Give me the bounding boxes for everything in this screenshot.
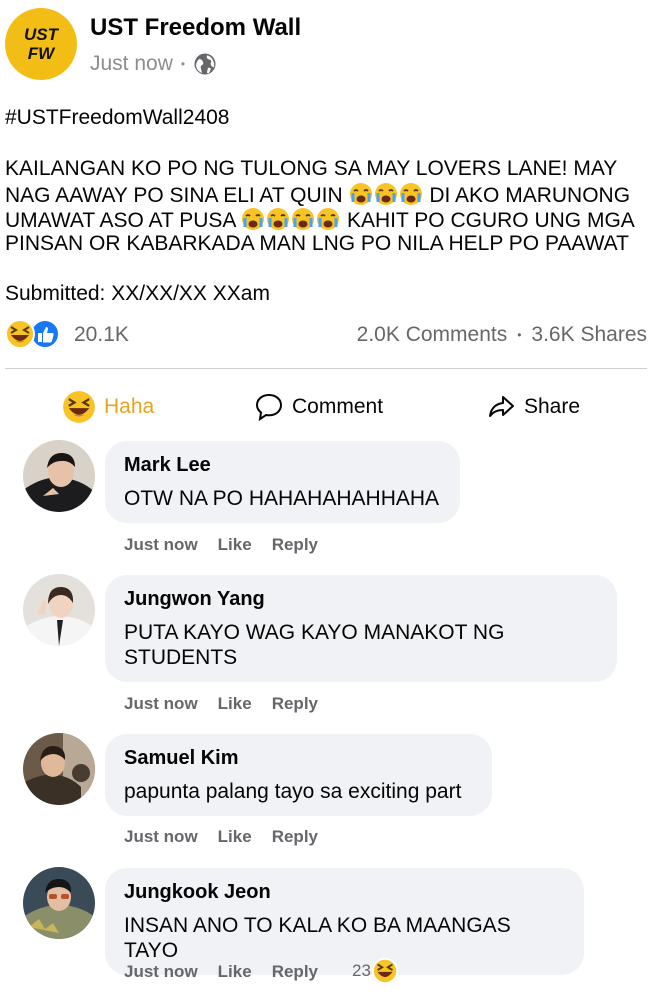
post-text-line: PINSAN OR KABARKADA MAN LNG PO NILA HELP…: [5, 232, 629, 255]
avatar-image: [23, 440, 95, 512]
meta-separator: •: [180, 57, 186, 71]
reaction-summary[interactable]: [5, 319, 65, 349]
share-label: Share: [524, 395, 581, 418]
reply-link[interactable]: Reply: [272, 694, 318, 714]
logo-line-1: UST: [24, 25, 58, 44]
commenter-name[interactable]: Jungwon Yang: [124, 587, 599, 612]
comment-text: OTW NA PO HAHAHAHAHHAHA: [124, 487, 440, 510]
avatar-image: [23, 574, 95, 646]
like-link[interactable]: Like: [218, 694, 252, 714]
comment-text: INSAN ANO TO KALA KO BA MAANGAS TAYO: [124, 914, 511, 962]
engagement-counts: 2.0K Comments • 3.6K Shares: [357, 323, 647, 347]
reply-link[interactable]: Reply: [272, 962, 318, 982]
comment-reaction-count: 23: [352, 961, 371, 980]
comment-time[interactable]: Just now: [124, 535, 198, 555]
reaction-count[interactable]: 20.1K: [74, 323, 129, 347]
crying-emoji-icon: [267, 208, 290, 230]
comment-time[interactable]: Just now: [124, 694, 198, 714]
post-meta: Just now •: [90, 52, 217, 76]
avatar[interactable]: [23, 574, 95, 646]
avatar[interactable]: [23, 440, 95, 512]
stats-separator: •: [517, 328, 522, 342]
post-stats: 20.1K 2.0K Comments • 3.6K Shares: [5, 317, 647, 353]
post-text-line: NAG AAWAY PO SINA ELI AT QUIN DI AKO MAR…: [5, 182, 630, 208]
commenter-name[interactable]: Jungkook Jeon: [124, 880, 566, 905]
reply-link[interactable]: Reply: [272, 827, 318, 847]
post-time[interactable]: Just now: [90, 52, 173, 76]
post-text-line: UMAWAT ASO AT PUSA KAHIT PO CGURO UNG MG…: [5, 207, 635, 233]
like-icon: [30, 319, 60, 349]
comment-bubble[interactable]: Jungkook Jeon INSAN ANO TO KALA KO BA MA…: [105, 868, 584, 975]
share-icon: [489, 396, 514, 417]
post-text-segment: KAHIT PO CGURO UNG MGA: [346, 209, 635, 232]
comment-actions: Just now Like Reply: [124, 535, 338, 555]
haha-label: Haha: [104, 395, 155, 418]
haha-icon: [63, 391, 95, 423]
post-submitted: Submitted: XX/XX/XX XXam: [5, 282, 270, 305]
commenter-name[interactable]: Samuel Kim: [124, 746, 474, 771]
post-text-segment: NAG AAWAY PO SINA ELI AT QUIN: [5, 184, 343, 207]
post-text-segment: UMAWAT ASO AT PUSA: [5, 209, 236, 232]
shares-count[interactable]: 3.6K Shares: [531, 323, 647, 347]
globe-icon[interactable]: [193, 52, 217, 76]
post-text-segment: DI AKO MARUNONG: [429, 184, 631, 207]
like-link[interactable]: Like: [218, 535, 252, 555]
crying-emoji-icon: [317, 208, 340, 230]
comment-icon: [255, 393, 283, 422]
divider: [5, 368, 647, 369]
share-button[interactable]: Share: [486, 384, 580, 430]
comments-count[interactable]: 2.0K Comments: [357, 323, 508, 347]
comment-bubble[interactable]: Jungwon Yang PUTA KAYO WAG KAYO MANAKOT …: [105, 575, 617, 682]
comment-text: PUTA KAYO WAG KAYO MANAKOT NG STUDENTS: [124, 621, 505, 669]
crying-emoji-icon: [292, 208, 315, 230]
comment-reaction[interactable]: 23: [352, 957, 399, 985]
avatar[interactable]: [23, 867, 95, 939]
comment-time[interactable]: Just now: [124, 827, 198, 847]
post-header: UST FW UST Freedom Wall Just now •: [0, 0, 652, 95]
avatar-image: [23, 733, 95, 805]
comment-label: Comment: [292, 395, 384, 418]
comment-bubble[interactable]: Mark Lee OTW NA PO HAHAHAHAHHAHA: [105, 441, 460, 523]
avatar-image: [23, 867, 95, 939]
post-hashtag[interactable]: #USTFreedomWall2408: [5, 106, 229, 130]
comment-actions: Just now Like Reply: [124, 827, 338, 847]
comment-button[interactable]: Comment: [254, 384, 383, 430]
haha-reaction-button[interactable]: Haha: [62, 384, 154, 430]
action-bar: Haha Comment Share: [0, 384, 652, 430]
crying-emoji-icon: [242, 208, 265, 230]
like-link[interactable]: Like: [218, 827, 252, 847]
reaction-icons: [5, 319, 60, 349]
commenter-name[interactable]: Mark Lee: [124, 453, 442, 478]
comment-text: papunta palang tayo sa exciting part: [124, 780, 462, 803]
reply-link[interactable]: Reply: [272, 535, 318, 555]
crying-emoji-icon: [349, 183, 372, 205]
logo-line-2: FW: [27, 44, 55, 63]
comment-bubble[interactable]: Samuel Kim papunta palang tayo sa exciti…: [105, 734, 492, 816]
haha-icon: [5, 319, 35, 349]
crying-emoji-group: [241, 208, 347, 232]
crying-emoji-icon: [399, 183, 422, 205]
crying-emoji-group: [349, 183, 430, 207]
comment-actions: Just now Like Reply: [124, 962, 338, 982]
page-name[interactable]: UST Freedom Wall: [90, 14, 301, 42]
page-avatar[interactable]: UST FW: [5, 8, 77, 80]
post-text-line: KAILANGAN KO PO NG TULONG SA MAY LOVERS …: [5, 157, 618, 180]
like-link[interactable]: Like: [218, 962, 252, 982]
comment-actions: Just now Like Reply: [124, 694, 338, 714]
avatar[interactable]: [23, 733, 95, 805]
comment-time[interactable]: Just now: [124, 962, 198, 982]
crying-emoji-icon: [374, 183, 397, 205]
haha-icon: [371, 957, 398, 985]
